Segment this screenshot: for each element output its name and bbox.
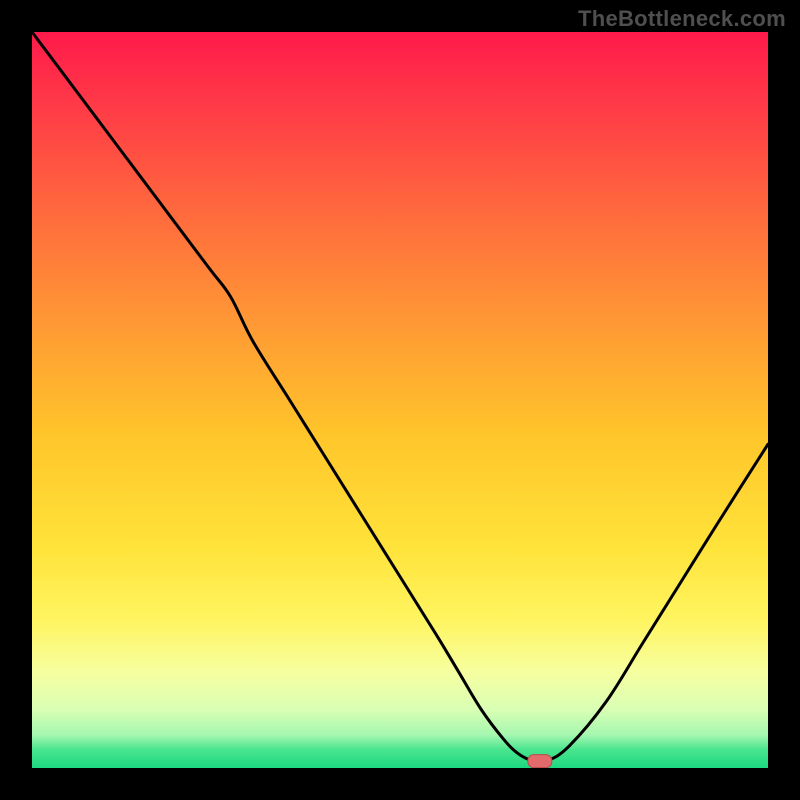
plot-svg	[32, 32, 768, 768]
gradient-background	[32, 32, 768, 768]
chart-frame: TheBottleneck.com	[0, 0, 800, 800]
watermark-text: TheBottleneck.com	[578, 6, 786, 32]
plot-area	[32, 32, 768, 768]
optimal-marker	[528, 755, 552, 768]
